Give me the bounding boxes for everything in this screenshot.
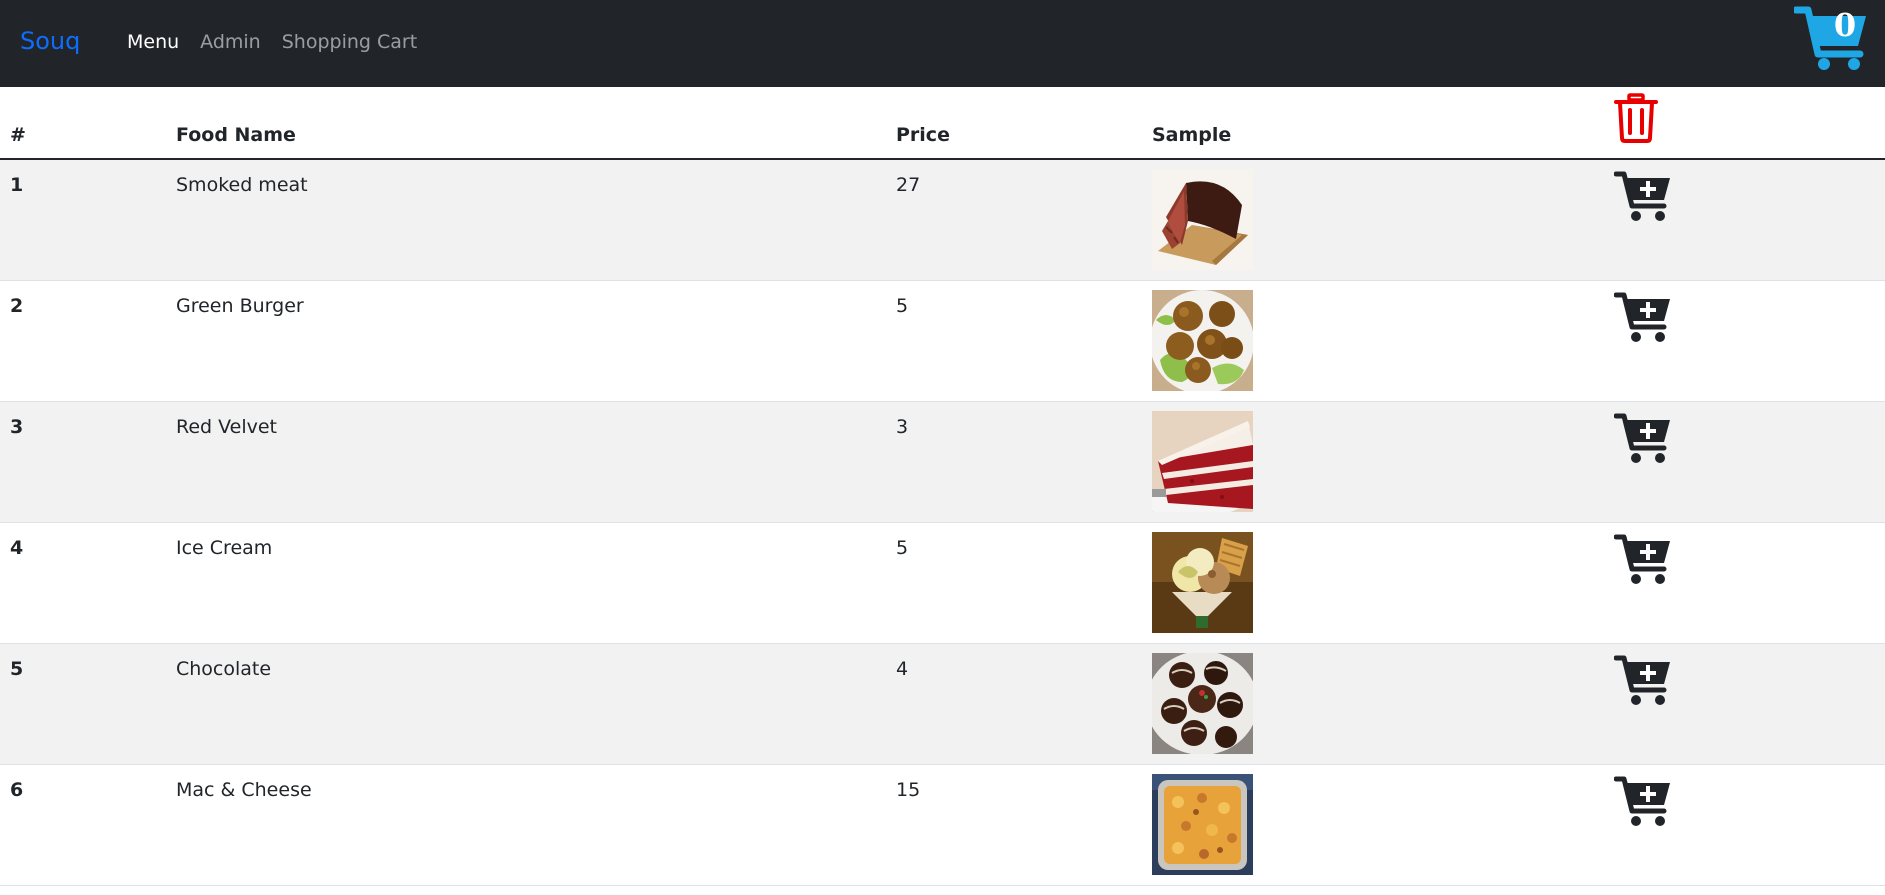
food-price: 4 [896, 657, 909, 680]
add-to-cart-button[interactable] [1613, 170, 1672, 227]
table-row: 6 Mac & Cheese 15 [0, 764, 1885, 885]
food-sample-cell [1142, 522, 1604, 643]
clear-cart-button[interactable] [1614, 93, 1658, 148]
food-action-cell [1604, 643, 1885, 764]
red-velvet-image [1152, 410, 1253, 512]
row-number: 2 [10, 294, 24, 317]
add-to-cart-button[interactable] [1613, 412, 1672, 469]
cart-plus-icon [1613, 776, 1670, 826]
chocolate-image [1152, 652, 1253, 754]
food-price: 5 [896, 294, 909, 317]
header-sample: Sample [1142, 87, 1604, 160]
food-action-cell [1604, 764, 1885, 885]
food-price: 5 [896, 536, 909, 559]
brand-link[interactable]: Souq [20, 27, 80, 55]
add-to-cart-button[interactable] [1613, 291, 1672, 348]
food-action-cell [1604, 159, 1885, 280]
food-name: Red Velvet [176, 415, 278, 438]
food-sample-cell [1142, 643, 1604, 764]
add-to-cart-button[interactable] [1613, 533, 1672, 590]
menu-table: # Food Name Price Sample 1 Smoked meat 2… [0, 87, 1885, 886]
ice-cream-image [1152, 531, 1253, 633]
header-actions [1604, 87, 1885, 160]
nav-link-menu[interactable]: Menu [127, 31, 179, 53]
row-number: 3 [10, 415, 24, 438]
smoked-meat-image [1152, 169, 1253, 270]
cart-plus-icon [1613, 534, 1670, 584]
table-row: 2 Green Burger 5 [0, 280, 1885, 401]
food-price: 3 [896, 415, 909, 438]
table-header-row: # Food Name Price Sample [0, 87, 1885, 160]
food-price: 27 [896, 174, 921, 196]
header-price: Price [886, 87, 1142, 160]
food-name: Ice Cream [176, 536, 273, 559]
food-action-cell [1604, 280, 1885, 401]
header-food-name: Food Name [166, 87, 886, 160]
table-row: 3 Red Velvet 3 [0, 401, 1885, 522]
cart-plus-icon [1613, 171, 1670, 221]
food-name: Green Burger [176, 294, 304, 317]
food-action-cell [1604, 522, 1885, 643]
mac-and-cheese-image [1152, 773, 1253, 875]
cart-plus-icon [1613, 292, 1670, 342]
food-sample-cell [1142, 159, 1604, 280]
food-sample-cell [1142, 280, 1604, 401]
cart-plus-icon [1613, 413, 1670, 463]
nav-link-shopping-cart[interactable]: Shopping Cart [282, 31, 417, 53]
cart-plus-icon [1613, 655, 1670, 705]
row-number: 4 [10, 536, 24, 559]
header-number: # [0, 87, 166, 160]
food-name: Smoked meat [176, 174, 308, 196]
add-to-cart-button[interactable] [1613, 775, 1672, 832]
row-number: 5 [10, 657, 24, 680]
table-row: 4 Ice Cream 5 [0, 522, 1885, 643]
row-number: 1 [10, 174, 24, 196]
food-sample-cell [1142, 401, 1604, 522]
nav-links: Menu Admin Shopping Cart [127, 31, 438, 53]
food-name: Mac & Cheese [176, 778, 312, 801]
cart-count-badge: 0 [1833, 6, 1857, 44]
food-price: 15 [896, 778, 921, 801]
cart-button[interactable]: 0 [1794, 4, 1870, 72]
table-row: 5 Chocolate 4 [0, 643, 1885, 764]
green-burger-image [1152, 289, 1253, 391]
nav-link-admin[interactable]: Admin [200, 31, 261, 53]
food-name: Chocolate [176, 657, 272, 680]
menu-table-container: # Food Name Price Sample 1 Smoked meat 2… [0, 87, 1885, 886]
add-to-cart-button[interactable] [1613, 654, 1672, 711]
trash-icon [1614, 93, 1658, 143]
navbar: Souq Menu Admin Shopping Cart 0 [0, 0, 1885, 87]
food-action-cell [1604, 401, 1885, 522]
food-sample-cell [1142, 764, 1604, 885]
table-row: 1 Smoked meat 27 [0, 159, 1885, 280]
row-number: 6 [10, 778, 24, 801]
